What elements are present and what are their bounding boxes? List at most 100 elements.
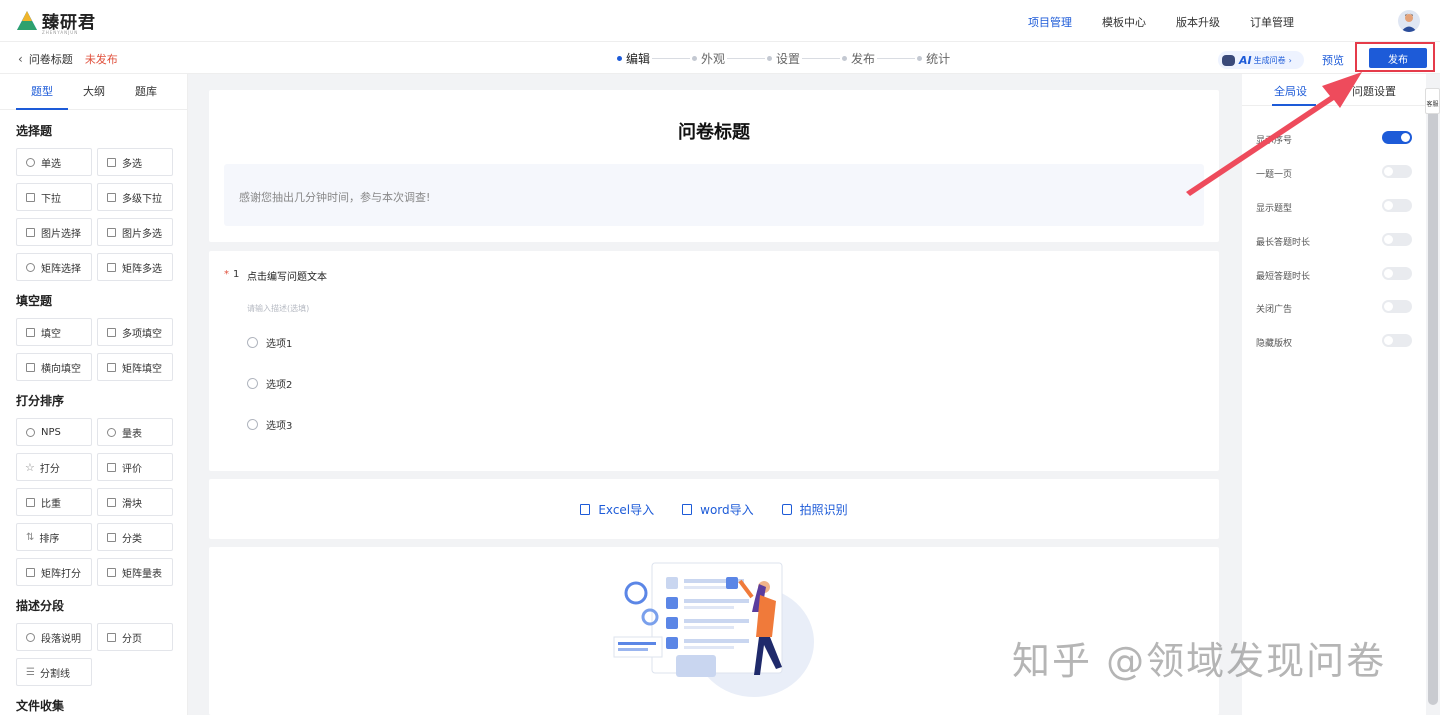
customer-service-tab[interactable]: 客服 <box>1425 88 1440 114</box>
question-text[interactable]: 点击编写问题文本 <box>247 268 327 283</box>
qtype-multi[interactable]: 多选 <box>97 148 173 176</box>
survey-description[interactable]: 感谢您抽出几分钟时间，参与本次调查! <box>224 164 1204 226</box>
toggle-show-type[interactable] <box>1382 199 1412 212</box>
section-fill: 填空题 <box>16 294 53 308</box>
import-label: word导入 <box>700 503 754 517</box>
nav-template-center[interactable]: 模板中心 <box>1102 14 1146 30</box>
scrollbar[interactable] <box>1428 100 1438 705</box>
option-item[interactable]: 选项1 <box>247 335 292 350</box>
nav-project-management[interactable]: 项目管理 <box>1028 14 1072 30</box>
qtype-matrix-scale[interactable]: 矩阵量表 <box>97 558 173 586</box>
option-item[interactable]: 选项2 <box>247 376 292 391</box>
toggle-max-duration[interactable] <box>1382 233 1412 246</box>
back-button[interactable]: ‹ 问卷标题 未发布 <box>18 51 118 67</box>
matrix-score-icon <box>26 567 35 577</box>
photo-recognize-button[interactable]: 拍照识别 <box>781 501 848 518</box>
tab-global-settings[interactable]: 全局设 <box>1274 83 1307 99</box>
qtype-dropdown[interactable]: 下拉 <box>16 183 92 211</box>
question-description-input[interactable]: 请输入描述(选填) <box>247 303 309 314</box>
qtype-image-select[interactable]: 图片选择 <box>16 218 92 246</box>
qtype-label: 图片选择 <box>41 228 81 240</box>
input-icon <box>26 327 35 337</box>
publish-highlight-box: 发布 <box>1355 42 1435 72</box>
ai-generate-button[interactable]: AI 生成问卷 › <box>1218 51 1304 69</box>
editor-toolbar: ‹ 问卷标题 未发布 编辑 外观 设置 发布 统计 AI 生成问卷 › 预览 发… <box>0 42 1440 74</box>
step-statistics[interactable]: 统计 <box>917 50 950 67</box>
qtype-weight[interactable]: 比重 <box>16 488 92 516</box>
qtype-fill[interactable]: 填空 <box>16 318 92 346</box>
toggle-hide-copyright[interactable] <box>1382 334 1412 347</box>
qtype-single[interactable]: 单选 <box>16 148 92 176</box>
qtype-matrix-fill[interactable]: 矩阵填空 <box>97 353 173 381</box>
toggle-knob <box>1384 336 1393 345</box>
scale-icon <box>107 427 116 437</box>
toggle-one-per-page[interactable] <box>1382 165 1412 178</box>
toggle-close-ads[interactable] <box>1382 300 1412 313</box>
qtype-classify[interactable]: 分类 <box>97 523 173 551</box>
qtype-matrix-score[interactable]: 矩阵打分 <box>16 558 92 586</box>
qtype-label: 量表 <box>122 428 142 440</box>
step-appearance[interactable]: 外观 <box>692 50 725 67</box>
step-label: 设置 <box>776 52 801 66</box>
qtype-horizontal-fill[interactable]: 横向填空 <box>16 353 92 381</box>
qtype-nps[interactable]: NPS <box>16 418 92 446</box>
page-icon <box>107 632 116 642</box>
survey-header-card[interactable]: 问卷标题 感谢您抽出几分钟时间，参与本次调查! <box>209 90 1219 242</box>
tab-outline[interactable]: 大纲 <box>68 74 120 109</box>
setting-label: 显示题型 <box>1256 204 1293 214</box>
tab-question-bank[interactable]: 题库 <box>120 74 172 109</box>
logo-subtitle: ZHENYANJUN <box>42 30 79 35</box>
qtype-multi-fill[interactable]: 多项填空 <box>97 318 173 346</box>
qtype-sort[interactable]: ⇅ 排序 <box>16 523 92 551</box>
tab-question-types[interactable]: 题型 <box>16 74 68 109</box>
publish-button[interactable]: 发布 <box>1369 48 1427 68</box>
option-item[interactable]: 选项3 <box>247 417 292 432</box>
chevron-right-icon: › <box>1288 55 1292 65</box>
qtype-matrix-select[interactable]: 矩阵选择 <box>16 253 92 281</box>
avatar[interactable] <box>1398 10 1420 32</box>
step-edit[interactable]: 编辑 <box>617 50 650 67</box>
qtype-label: 比重 <box>41 498 61 510</box>
step-settings[interactable]: 设置 <box>767 50 800 67</box>
qtype-scale[interactable]: 量表 <box>97 418 173 446</box>
image-multi-icon <box>107 227 116 237</box>
matrix-checkbox-icon <box>107 262 116 272</box>
toggle-show-number[interactable] <box>1382 131 1412 144</box>
qtype-label: 分割线 <box>39 668 70 680</box>
qtype-label: 矩阵多选 <box>122 263 162 275</box>
qtype-image-multi[interactable]: 图片多选 <box>97 218 173 246</box>
qtype-label: 多级下拉 <box>122 193 162 205</box>
qtype-review[interactable]: 评价 <box>97 453 173 481</box>
toggle-min-duration[interactable] <box>1382 267 1412 280</box>
qtype-paragraph[interactable]: 段落说明 <box>16 623 92 651</box>
step-dot-icon <box>617 56 622 61</box>
qtype-rating[interactable]: ☆ 打分 <box>16 453 92 481</box>
step-dot-icon <box>692 56 698 61</box>
word-import-button[interactable]: word导入 <box>682 501 754 518</box>
star-icon: ☆ <box>25 460 35 474</box>
preview-link[interactable]: 预览 <box>1322 52 1344 68</box>
option-label: 选项3 <box>266 421 293 432</box>
qtype-divider[interactable]: ☰ 分割线 <box>16 658 92 686</box>
qtype-label: 矩阵填空 <box>122 363 162 375</box>
qtype-cascade-dropdown[interactable]: 多级下拉 <box>97 183 173 211</box>
qtype-pagebreak[interactable]: 分页 <box>97 623 173 651</box>
nav-version-upgrade[interactable]: 版本升级 <box>1176 14 1220 30</box>
radio-icon <box>247 378 258 389</box>
survey-title[interactable]: 问卷标题 <box>209 118 1219 144</box>
chevron-left-icon: ‹ <box>18 52 23 66</box>
nav-order-management[interactable]: 订单管理 <box>1250 14 1294 30</box>
slider-icon <box>107 497 116 507</box>
step-publish[interactable]: 发布 <box>842 50 875 67</box>
qtype-label: 打分 <box>39 463 60 475</box>
qtype-slider[interactable]: 滑块 <box>97 488 173 516</box>
qtype-matrix-multi[interactable]: 矩阵多选 <box>97 253 173 281</box>
qtype-label: 分页 <box>122 633 142 645</box>
question-card[interactable]: * 1 点击编写问题文本 请输入描述(选填) 选项1 选项2 选项3 <box>209 251 1219 471</box>
qtype-label: 横向填空 <box>41 363 81 375</box>
user-avatar-icon <box>1401 13 1417 32</box>
excel-import-button[interactable]: Excel导入 <box>580 501 654 518</box>
toggle-knob <box>1384 302 1393 311</box>
tab-question-settings[interactable]: 问题设置 <box>1352 83 1396 99</box>
survey-description-text: 感谢您抽出几分钟时间，参与本次调查! <box>239 191 431 204</box>
